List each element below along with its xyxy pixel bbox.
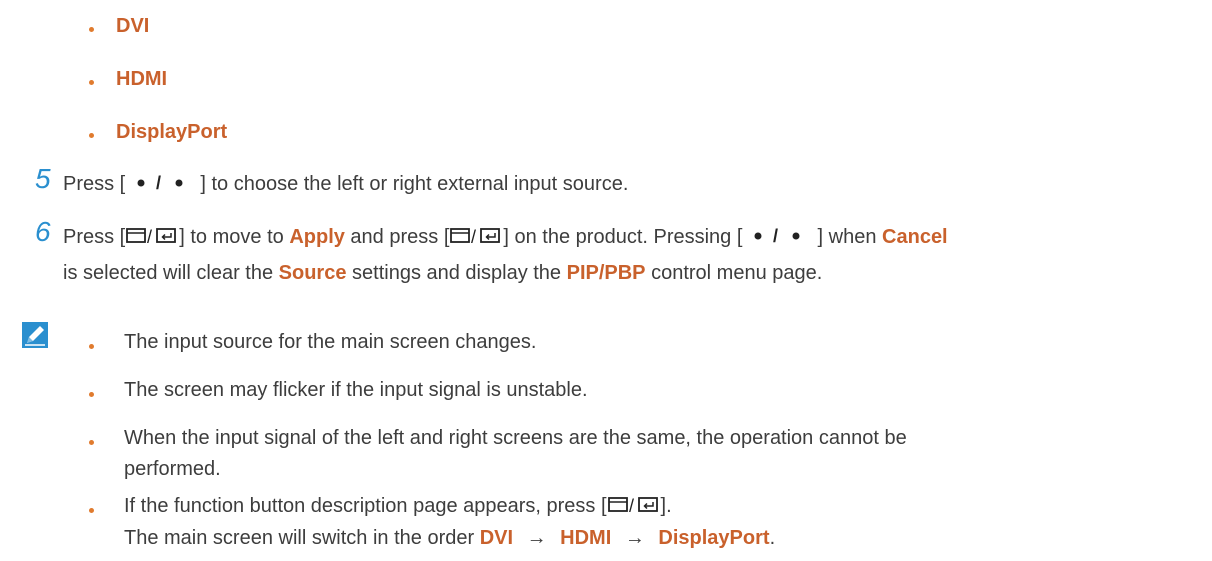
step-5-text-b: ] to choose the left or right external i… bbox=[194, 173, 629, 195]
source-enter-icon: / bbox=[607, 495, 661, 521]
step-5-number: 5 bbox=[35, 163, 51, 194]
note-4-text-c: The main screen will switch in the order bbox=[124, 527, 480, 549]
left-right-dot-icon: / bbox=[131, 173, 195, 199]
note-4-end: . bbox=[769, 527, 776, 549]
bullet-dot bbox=[89, 80, 94, 85]
step-6-number: 6 bbox=[35, 216, 51, 247]
note-4-text-b: ]. bbox=[660, 495, 672, 517]
bullet-displayport: DisplayPort bbox=[116, 121, 228, 143]
note-4-line1: If the function button description page … bbox=[124, 494, 672, 521]
bullet-dot bbox=[89, 27, 94, 32]
step-6-line2-b: settings and display the bbox=[346, 262, 567, 284]
step-6-line2-c: control menu page. bbox=[645, 262, 823, 284]
source-highlight: Source bbox=[278, 262, 347, 284]
step-6-line2-a: is selected will clear the bbox=[63, 262, 279, 284]
note-2: The screen may flicker if the input sign… bbox=[124, 379, 588, 401]
svg-text:/: / bbox=[147, 227, 152, 246]
arrow-icon: → bbox=[624, 527, 645, 549]
cancel-highlight: Cancel bbox=[882, 226, 948, 248]
order-hdmi: HDMI bbox=[560, 527, 612, 549]
step-6-text-b: ] to move to bbox=[179, 226, 290, 248]
source-enter-icon: / bbox=[125, 226, 179, 252]
bullet-hdmi: HDMI bbox=[116, 68, 168, 90]
note-bullet bbox=[89, 440, 94, 445]
svg-text:/: / bbox=[471, 227, 476, 246]
note-4-text-a: If the function button description page … bbox=[124, 495, 607, 517]
note-1: The input source for the main screen cha… bbox=[124, 331, 537, 353]
svg-text:/: / bbox=[773, 226, 778, 246]
step-6-line1: Press [ / ] to move to Apply and press [ /]… bbox=[63, 225, 948, 252]
svg-text:/: / bbox=[156, 173, 161, 193]
step-5-text: Press [ / ] to choose the left or right … bbox=[63, 172, 628, 199]
note-3-line2: performed. bbox=[124, 458, 221, 480]
left-right-dot-icon: / bbox=[748, 226, 812, 252]
apply-highlight: Apply bbox=[289, 226, 345, 248]
order-displayport: DisplayPort bbox=[658, 527, 770, 549]
note-bullet bbox=[89, 508, 94, 513]
order-dvi: DVI bbox=[479, 527, 514, 549]
note-3-line1: When the input signal of the left and ri… bbox=[124, 427, 907, 449]
source-enter-icon: / bbox=[449, 226, 503, 252]
note-pencil-icon bbox=[22, 322, 48, 348]
note-bullet bbox=[89, 392, 94, 397]
arrow-icon: → bbox=[526, 527, 547, 549]
svg-text:/: / bbox=[629, 496, 634, 515]
step-6-text-c: and press [ bbox=[344, 226, 450, 248]
step-6-text-d: ] on the product. Pressing [ bbox=[503, 226, 748, 248]
bullet-dvi: DVI bbox=[116, 15, 150, 37]
step-5-text-a: Press [ bbox=[63, 173, 131, 195]
pip-pbp-highlight: PIP/PBP bbox=[566, 262, 646, 284]
note-bullet bbox=[89, 344, 94, 349]
step-6-line2: is selected will clear the Source settin… bbox=[63, 261, 822, 285]
bullet-dot bbox=[89, 133, 94, 138]
note-4-line2: The main screen will switch in the order… bbox=[124, 526, 775, 550]
step-6-text-a: Press [ bbox=[63, 226, 126, 248]
step-6-text-e: ] when bbox=[811, 226, 883, 248]
